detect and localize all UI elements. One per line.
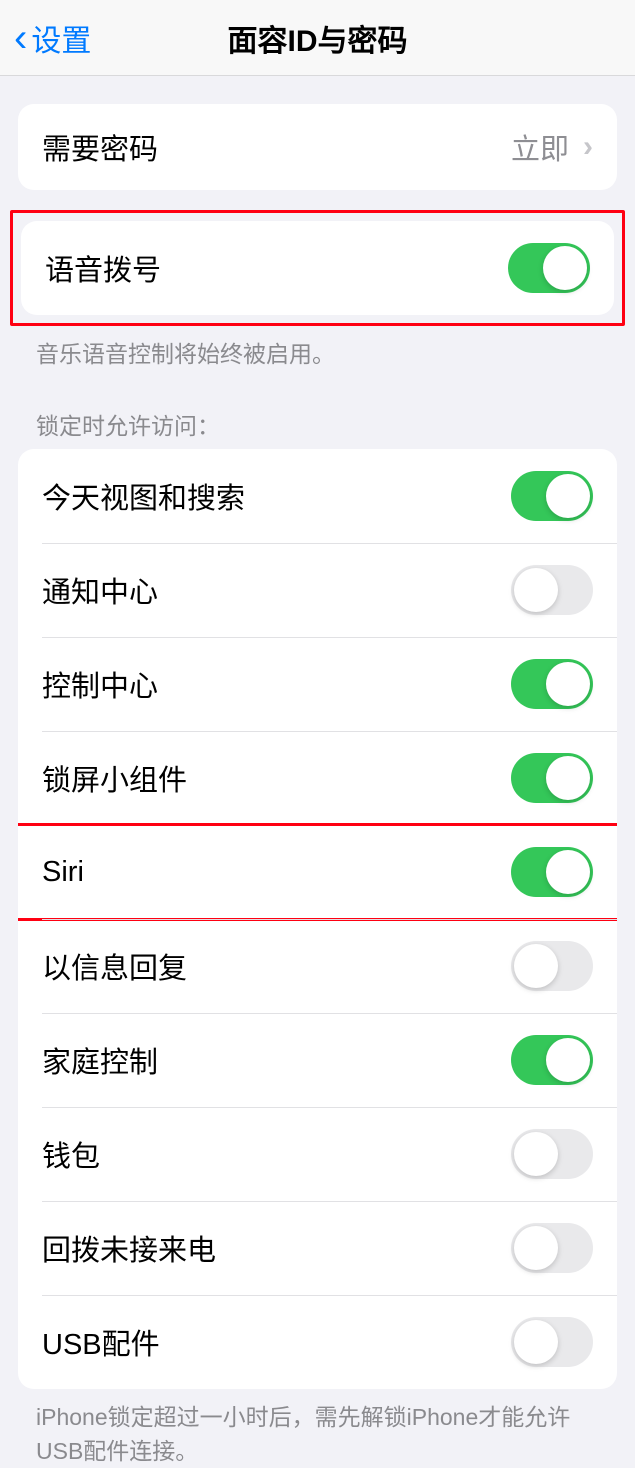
page-title: 面容ID与密码: [228, 16, 408, 60]
highlight-voice-dial: 语音拨号: [10, 210, 625, 326]
voice-dial-row[interactable]: 语音拨号: [21, 221, 614, 315]
require-passcode-label: 需要密码: [42, 126, 158, 168]
siri-toggle[interactable]: [511, 847, 593, 897]
usb-accessories-row[interactable]: USB配件: [18, 1295, 617, 1389]
usb-accessories-toggle[interactable]: [511, 1317, 593, 1367]
lock-screen-widgets-toggle[interactable]: [511, 753, 593, 803]
voice-dial-label: 语音拨号: [45, 247, 161, 289]
return-missed-calls-toggle[interactable]: [511, 1223, 593, 1273]
reply-with-message-toggle[interactable]: [511, 941, 593, 991]
back-button[interactable]: ‹ 设置: [0, 16, 91, 60]
today-view-label: 今天视图和搜索: [42, 475, 245, 517]
lock-screen-widgets-row[interactable]: 锁屏小组件: [18, 731, 617, 825]
locked-access-header: 锁定时允许访问：: [0, 371, 635, 449]
voice-dial-footer: 音乐语音控制将始终被启用。: [0, 326, 635, 371]
control-center-label: 控制中心: [42, 663, 158, 705]
wallet-row[interactable]: 钱包: [18, 1107, 617, 1201]
notification-center-toggle[interactable]: [511, 565, 593, 615]
require-passcode-group: 需要密码 立即 ›: [18, 104, 617, 190]
reply-with-message-label: 以信息回复: [42, 945, 187, 987]
wallet-label: 钱包: [42, 1133, 100, 1175]
return-missed-calls-label: 回拨未接来电: [42, 1227, 216, 1269]
home-control-row[interactable]: 家庭控制: [18, 1013, 617, 1107]
locked-access-group: 今天视图和搜索 通知中心 控制中心 锁屏小组件 Siri 以信息回复 家庭控制: [18, 449, 617, 1389]
home-control-toggle[interactable]: [511, 1035, 593, 1085]
home-control-label: 家庭控制: [42, 1039, 158, 1081]
back-label: 设置: [31, 16, 91, 60]
today-view-row[interactable]: 今天视图和搜索: [18, 449, 617, 543]
require-passcode-value: 立即: [511, 126, 569, 168]
siri-row[interactable]: Siri: [18, 825, 617, 919]
reply-with-message-row[interactable]: 以信息回复: [18, 919, 617, 1013]
usb-footer: iPhone锁定超过一小时后，需先解锁iPhone才能允许USB配件连接。: [0, 1389, 635, 1468]
usb-accessories-label: USB配件: [42, 1321, 160, 1363]
chevron-left-icon: ‹: [14, 18, 27, 58]
chevron-right-icon: ›: [583, 130, 593, 164]
return-missed-calls-row[interactable]: 回拨未接来电: [18, 1201, 617, 1295]
notification-center-row[interactable]: 通知中心: [18, 543, 617, 637]
siri-label: Siri: [42, 856, 84, 889]
wallet-toggle[interactable]: [511, 1129, 593, 1179]
require-passcode-row[interactable]: 需要密码 立即 ›: [18, 104, 617, 190]
lock-screen-widgets-label: 锁屏小组件: [42, 757, 187, 799]
control-center-row[interactable]: 控制中心: [18, 637, 617, 731]
notification-center-label: 通知中心: [42, 569, 158, 611]
navigation-header: ‹ 设置 面容ID与密码: [0, 0, 635, 76]
control-center-toggle[interactable]: [511, 659, 593, 709]
voice-dial-toggle[interactable]: [508, 243, 590, 293]
today-view-toggle[interactable]: [511, 471, 593, 521]
